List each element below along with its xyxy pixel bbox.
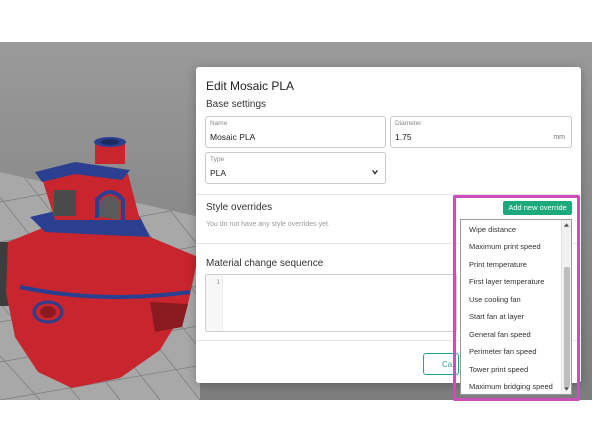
no-overrides-text: You do not have any style overrides yet. <box>206 221 330 228</box>
type-select[interactable]: Type PLA <box>205 152 386 184</box>
override-option-tower-print-speed[interactable]: Tower print speed <box>469 365 528 374</box>
base-settings-heading: Base settings <box>206 99 267 110</box>
override-option-general-fan-speed[interactable]: General fan speed <box>469 330 531 339</box>
chevron-down-icon <box>372 170 378 175</box>
material-change-heading: Material change sequence <box>206 258 324 269</box>
dialog-title: Edit Mosaic PLA <box>206 79 295 93</box>
type-field-label: Type <box>210 156 225 163</box>
override-dropdown-menu[interactable]: Wipe distance Maximum print speed Print … <box>460 219 572 395</box>
override-option-wipe-distance[interactable]: Wipe distance <box>469 225 516 234</box>
diameter-field-label: Diameter <box>395 120 422 127</box>
name-field-label: Name <box>210 120 228 127</box>
override-option-first-layer-temperature[interactable]: First layer temperature <box>469 277 544 286</box>
override-option-maximum-bridging-speed[interactable]: Maximum bridging speed <box>469 382 553 391</box>
name-field-value: Mosaic PLA <box>210 132 256 142</box>
override-option-print-temperature[interactable]: Print temperature <box>469 260 527 269</box>
name-field[interactable]: Name Mosaic PLA <box>205 116 386 148</box>
override-option-use-cooling-fan[interactable]: Use cooling fan <box>469 295 521 304</box>
editor-gutter: 1 <box>206 275 223 331</box>
override-option-perimeter-fan-speed[interactable]: Perimeter fan speed <box>469 347 537 356</box>
dropdown-scrollbar[interactable] <box>561 220 571 394</box>
diameter-field-value: 1.75 <box>395 132 412 142</box>
type-field-value: PLA <box>210 168 227 178</box>
diameter-unit: mm <box>553 134 565 141</box>
override-option-start-fan-at-layer[interactable]: Start fan at layer <box>469 312 524 321</box>
add-new-override-button[interactable]: Add new override <box>503 201 572 215</box>
line-number: 1 <box>216 278 220 286</box>
scroll-down-arrow-icon[interactable] <box>563 386 570 392</box>
scrollbar-thumb[interactable] <box>564 267 570 387</box>
material-change-editor[interactable]: 1 <box>205 274 457 332</box>
scroll-up-arrow-icon[interactable] <box>563 222 570 228</box>
diameter-field[interactable]: Diameter 1.75 mm <box>390 116 572 148</box>
style-overrides-heading: Style overrides <box>206 202 273 213</box>
override-option-maximum-print-speed[interactable]: Maximum print speed <box>469 242 541 251</box>
